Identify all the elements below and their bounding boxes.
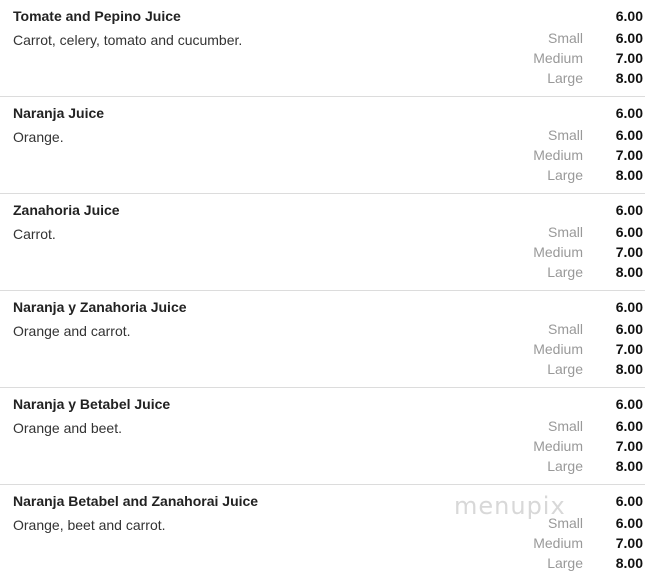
size-price: 6.00 (615, 321, 643, 337)
size-options: Small 6.00 Medium 7.00 Large 8.00 (503, 125, 643, 185)
size-label: Small (547, 224, 583, 240)
menu-item: Zanahoria Juice Carrot. 6.00 Small 6.00 … (0, 194, 645, 291)
item-price: 6.00 (615, 493, 643, 509)
size-price: 7.00 (615, 341, 643, 357)
item-price: 6.00 (615, 396, 643, 412)
size-row: Medium 7.00 (503, 533, 643, 553)
size-row: Small 6.00 (503, 319, 643, 339)
size-row: Large 8.00 (503, 553, 643, 573)
size-label: Medium (533, 438, 583, 454)
menu-item: Naranja y Zanahoria Juice Orange and car… (0, 291, 645, 388)
size-options: Small 6.00 Medium 7.00 Large 8.00 (503, 28, 643, 88)
item-name: Naranja Juice (13, 105, 105, 121)
watermark-logo: menupix (454, 492, 566, 520)
menu-list: Tomate and Pepino Juice Carrot, celery, … (0, 0, 669, 582)
size-price: 7.00 (615, 535, 643, 551)
size-row: Large 8.00 (503, 165, 643, 185)
size-row: Medium 7.00 (503, 242, 643, 262)
item-description: Orange and beet. (13, 420, 122, 436)
size-label: Large (547, 361, 583, 377)
size-label: Medium (533, 341, 583, 357)
size-row: Small 6.00 (503, 222, 643, 242)
item-price: 6.00 (615, 105, 643, 121)
item-name: Tomate and Pepino Juice (13, 8, 181, 24)
size-price: 8.00 (615, 264, 643, 280)
item-price: 6.00 (615, 8, 643, 24)
size-row: Large 8.00 (503, 262, 643, 282)
size-row: Medium 7.00 (503, 339, 643, 359)
size-row: Medium 7.00 (503, 145, 643, 165)
item-name: Zanahoria Juice (13, 202, 120, 218)
size-row: Small 6.00 (503, 125, 643, 145)
item-name: Naranja Betabel and Zanahorai Juice (13, 493, 259, 509)
size-label: Large (547, 458, 583, 474)
size-label: Medium (533, 535, 583, 551)
size-price: 6.00 (615, 224, 643, 240)
size-label: Large (547, 70, 583, 86)
size-price: 8.00 (615, 555, 643, 571)
size-label: Medium (533, 50, 583, 66)
item-name: Naranja y Zanahoria Juice (13, 299, 187, 315)
size-label: Small (547, 321, 583, 337)
size-label: Small (547, 418, 583, 434)
size-label: Large (547, 167, 583, 183)
size-options: Small 6.00 Medium 7.00 Large 8.00 (503, 416, 643, 476)
item-description: Carrot, celery, tomato and cucumber. (13, 32, 243, 48)
size-price: 8.00 (615, 70, 643, 86)
size-label: Small (547, 30, 583, 46)
size-price: 7.00 (615, 50, 643, 66)
size-row: Large 8.00 (503, 456, 643, 476)
size-row: Medium 7.00 (503, 48, 643, 68)
size-options: Small 6.00 Medium 7.00 Large 8.00 (503, 513, 643, 573)
item-description: Carrot. (13, 226, 56, 242)
size-label: Medium (533, 244, 583, 260)
size-price: 6.00 (615, 515, 643, 531)
item-price: 6.00 (615, 299, 643, 315)
item-price: 6.00 (615, 202, 643, 218)
menu-item: Naranja Juice Orange. 6.00 Small 6.00 Me… (0, 97, 645, 194)
size-price: 8.00 (615, 167, 643, 183)
size-price: 8.00 (615, 361, 643, 377)
item-description: Orange. (13, 129, 64, 145)
item-name: Naranja y Betabel Juice (13, 396, 171, 412)
size-price: 6.00 (615, 127, 643, 143)
size-row: Small 6.00 (503, 416, 643, 436)
size-row: Large 8.00 (503, 68, 643, 88)
size-price: 6.00 (615, 418, 643, 434)
item-description: Orange and carrot. (13, 323, 131, 339)
size-row: Small 6.00 (503, 28, 643, 48)
menu-item: Naranja y Betabel Juice Orange and beet.… (0, 388, 645, 485)
size-label: Large (547, 264, 583, 280)
size-label: Small (547, 127, 583, 143)
size-label: Medium (533, 147, 583, 163)
size-price: 7.00 (615, 244, 643, 260)
size-options: Small 6.00 Medium 7.00 Large 8.00 (503, 222, 643, 282)
size-price: 7.00 (615, 438, 643, 454)
size-price: 6.00 (615, 30, 643, 46)
size-options: Small 6.00 Medium 7.00 Large 8.00 (503, 319, 643, 379)
size-row: Medium 7.00 (503, 436, 643, 456)
size-price: 8.00 (615, 458, 643, 474)
size-label: Large (547, 555, 583, 571)
size-price: 7.00 (615, 147, 643, 163)
item-description: Orange, beet and carrot. (13, 517, 166, 533)
size-row: Large 8.00 (503, 359, 643, 379)
menu-item: Tomate and Pepino Juice Carrot, celery, … (0, 0, 645, 97)
